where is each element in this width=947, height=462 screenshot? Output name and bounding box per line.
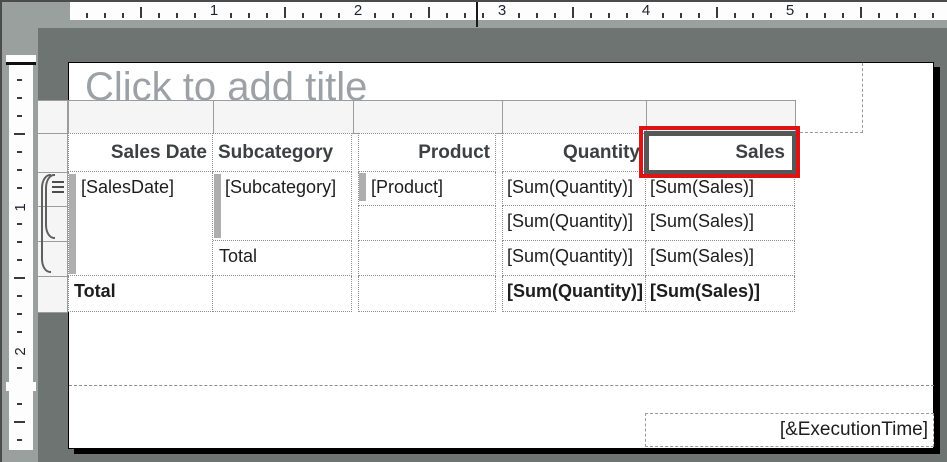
horizontal-ruler: 1 2 3 4 5 bbox=[70, 2, 947, 20]
vruler-number-1: 1 bbox=[12, 199, 29, 216]
cell-quantity-sum-2[interactable]: [Sum(Quantity)] bbox=[502, 206, 646, 241]
detail-row-icon[interactable] bbox=[52, 181, 64, 194]
scope-bar-product-group bbox=[359, 173, 366, 201]
hruler-number-2: 2 bbox=[350, 2, 366, 20]
row-handle-corner[interactable] bbox=[37, 100, 68, 134]
column-handle-subcategory[interactable] bbox=[213, 100, 354, 134]
scope-bar-subcategory-group bbox=[214, 174, 221, 238]
cell-product-empty-1[interactable] bbox=[358, 206, 496, 241]
header-cell-subcategory[interactable]: Subcategory bbox=[213, 133, 352, 172]
hruler-number-3: 3 bbox=[494, 2, 510, 20]
vruler-footer-margin-marker bbox=[6, 382, 36, 391]
cell-sales-sum-2[interactable]: [Sum(Sales)] bbox=[646, 206, 795, 241]
cell-sales-sum-subtotal[interactable]: [Sum(Sales)] bbox=[646, 241, 795, 276]
hruler-number-1: 1 bbox=[206, 2, 222, 20]
cell-product-empty-2[interactable] bbox=[358, 241, 496, 276]
row-handle-grand-total[interactable] bbox=[37, 276, 68, 313]
cell-salesdate-field[interactable]: [SalesDate] bbox=[68, 172, 213, 276]
hruler-number-5: 5 bbox=[782, 2, 798, 20]
cell-subcategory-total-label[interactable]: Total bbox=[213, 241, 352, 276]
scope-bar-salesdate-group bbox=[69, 174, 76, 274]
execution-time-textbox[interactable]: [&ExecutionTime] bbox=[645, 413, 934, 447]
ruler-position-caret bbox=[476, 0, 478, 27]
cell-subcategory-empty[interactable] bbox=[213, 276, 352, 312]
window-frame-left bbox=[0, 0, 2, 462]
cell-grand-total-label[interactable]: Total bbox=[68, 276, 213, 312]
hruler-number-4: 4 bbox=[638, 2, 654, 20]
column-handle-sales-date[interactable] bbox=[68, 100, 214, 134]
report-designer-window: 1 2 3 4 5 1 2 Click to add title [&Execu… bbox=[0, 0, 947, 462]
cell-quantity-sum-1[interactable]: [Sum(Quantity)] bbox=[502, 172, 646, 206]
header-cell-quantity[interactable]: Quantity bbox=[502, 133, 646, 172]
column-handle-quantity[interactable] bbox=[502, 100, 647, 134]
page-footer-boundary bbox=[69, 385, 934, 386]
header-cell-sales-date[interactable]: Sales Date bbox=[68, 133, 213, 172]
cell-quantity-sum-subtotal[interactable]: [Sum(Quantity)] bbox=[502, 241, 646, 276]
cell-subcategory-field[interactable]: [Subcategory] bbox=[213, 172, 352, 241]
red-highlight-box bbox=[639, 126, 800, 178]
vruler-number-2: 2 bbox=[12, 343, 29, 360]
vruler-zero-line bbox=[6, 62, 36, 65]
cell-sales-sum-grand-total[interactable]: [Sum(Sales)] bbox=[646, 276, 795, 312]
row-handle-header[interactable] bbox=[37, 133, 68, 173]
cell-product-empty-3[interactable] bbox=[358, 276, 496, 312]
header-cell-product[interactable]: Product bbox=[358, 133, 496, 172]
cell-product-field[interactable]: [Product] bbox=[358, 172, 496, 206]
cell-quantity-sum-grand-total[interactable]: [Sum(Quantity)] bbox=[502, 276, 646, 312]
window-frame-top bbox=[0, 0, 947, 2]
column-handle-product[interactable] bbox=[353, 100, 503, 134]
